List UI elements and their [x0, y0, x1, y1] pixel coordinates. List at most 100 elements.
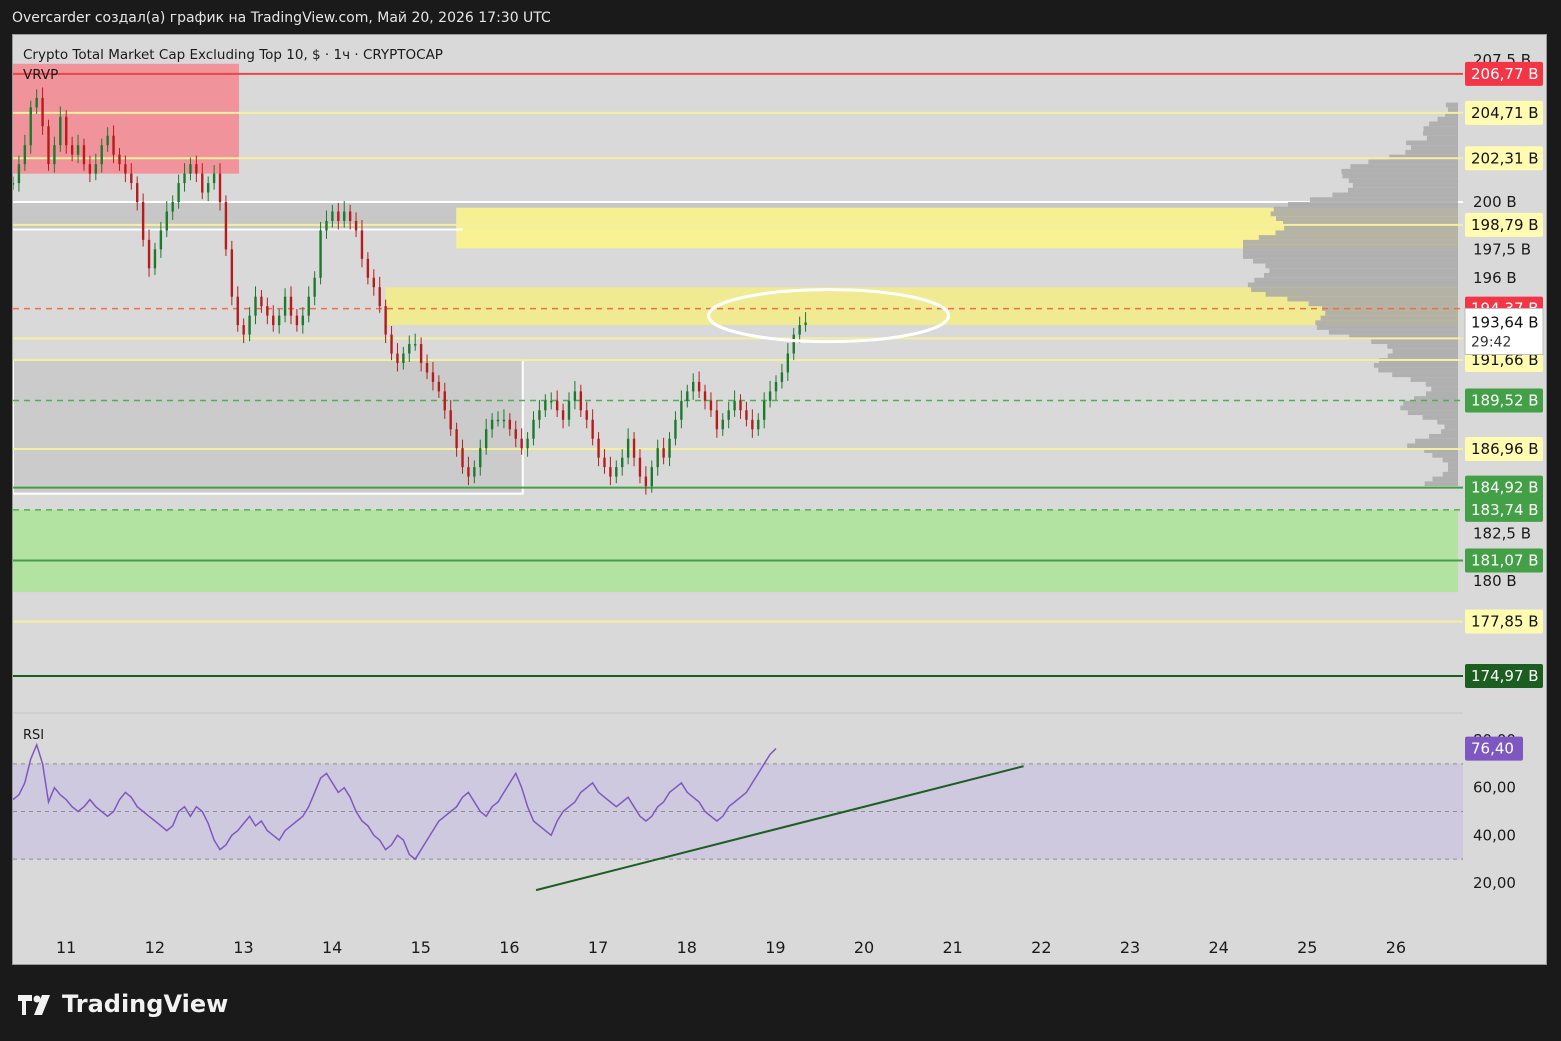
vrvp-bar: [1415, 438, 1458, 444]
vrvp-bar: [1392, 348, 1458, 354]
grey-zone-mid[interactable]: [13, 359, 523, 494]
vrvp-bar: [1316, 325, 1458, 330]
chart-caption: Overcarder создал(а) график на TradingVi…: [12, 10, 551, 26]
vrvp-bar: [1392, 372, 1458, 378]
candle-body: [632, 438, 636, 458]
rsi-value-label[interactable]: 76,40: [1471, 740, 1514, 758]
candle-body: [721, 419, 724, 430]
candle-body: [242, 325, 245, 335]
vrvp-bar: [1287, 202, 1458, 207]
vrvp-bar: [1407, 443, 1458, 449]
candle-body: [35, 97, 38, 108]
vrvp-bar: [1264, 273, 1458, 278]
vrvp-bar: [1437, 116, 1458, 122]
candle-body: [331, 211, 334, 221]
candle-body: [437, 381, 441, 392]
vrvp-bar: [1406, 140, 1458, 146]
price-chart[interactable]: RSI207,5 B200 B197,5 B196 B192,8 B182,5 …: [13, 35, 1547, 965]
chart-frame[interactable]: RSI207,5 B200 B197,5 B196 B192,8 B182,5 …: [12, 34, 1547, 965]
candle-body: [526, 438, 529, 449]
vrvp-bar: [1348, 178, 1458, 184]
level-label[interactable]: 184,92 B: [1471, 479, 1539, 497]
vrvp-bar: [1445, 102, 1458, 108]
candle-body: [76, 145, 80, 155]
time-tick-label: 22: [1031, 938, 1051, 957]
last-price-label[interactable]: 193,64 B: [1471, 313, 1539, 331]
candle-body: [733, 400, 736, 411]
level-label[interactable]: 181,07 B: [1471, 551, 1539, 569]
candle-body: [479, 448, 482, 468]
candle-body: [591, 419, 594, 439]
time-tick-label: 20: [854, 938, 874, 957]
candle-body: [538, 410, 541, 420]
rsi-label[interactable]: RSI: [23, 728, 44, 743]
candle-body: [626, 438, 630, 458]
level-label[interactable]: 174,97 B: [1471, 667, 1539, 685]
candle-body: [751, 419, 754, 430]
candle-body: [360, 230, 364, 259]
vrvp-bar: [1437, 419, 1458, 425]
price-tick-label: 197,5 B: [1473, 240, 1531, 258]
candle-body: [461, 448, 464, 468]
level-label[interactable]: 189,52 B: [1471, 391, 1539, 409]
candle-body: [615, 467, 618, 477]
candle-body: [70, 145, 74, 155]
vrvp-bar: [1387, 353, 1458, 359]
candle-body: [792, 334, 795, 354]
candle-body: [520, 438, 523, 449]
candle-body: [449, 410, 452, 430]
candle-body: [686, 391, 689, 401]
candle-body: [650, 467, 653, 487]
vrvp-bar: [1424, 481, 1458, 487]
level-label[interactable]: 206,77 B: [1471, 65, 1539, 83]
indicator-vrvp-label[interactable]: VRVP: [23, 65, 443, 85]
candle-body: [147, 239, 151, 269]
vrvp-bar: [1328, 329, 1458, 335]
vrvp-bar: [1254, 277, 1458, 283]
vrvp-bar: [1284, 225, 1458, 231]
vrvp-bar: [1348, 187, 1458, 193]
candle-body: [348, 211, 352, 221]
time-tick-label: 24: [1208, 938, 1228, 957]
vrvp-bar: [1276, 216, 1458, 221]
price-tick-label: 180 B: [1473, 572, 1517, 590]
candle-body: [662, 448, 665, 458]
symbol-title[interactable]: Crypto Total Market Cap Excluding Top 10…: [23, 45, 443, 65]
candle-body: [230, 249, 234, 297]
candle-body: [94, 164, 98, 174]
candle-body: [786, 353, 790, 373]
candle-body: [467, 467, 470, 477]
vrvp-bar: [1265, 263, 1458, 269]
vrvp-bar: [1423, 126, 1458, 132]
candle-body: [473, 467, 476, 477]
tradingview-logo-icon: [18, 995, 50, 1015]
vrvp-bar: [1426, 135, 1458, 141]
vrvp-bar: [1429, 121, 1458, 127]
level-label[interactable]: 183,74 B: [1471, 501, 1539, 519]
green-demand-zone[interactable]: [13, 509, 1458, 593]
vrvp-bar: [1325, 310, 1458, 316]
level-label[interactable]: 186,96 B: [1471, 440, 1539, 458]
candle-body: [621, 457, 624, 468]
vrvp-bar: [1441, 429, 1458, 434]
level-label[interactable]: 198,79 B: [1471, 216, 1539, 234]
candle-body: [715, 410, 719, 430]
candle-body: [739, 400, 742, 411]
candle-body: [555, 400, 559, 411]
vrvp-bar: [1270, 211, 1458, 217]
candle-body: [502, 419, 506, 422]
candle-body: [561, 410, 565, 420]
candle-body: [396, 353, 399, 363]
candle-body: [165, 211, 168, 231]
tradingview-logo[interactable]: TradingView: [16, 990, 228, 1018]
candle-body: [384, 306, 387, 335]
candle-body: [337, 211, 340, 221]
vrvp-bar: [1275, 230, 1458, 236]
level-label[interactable]: 202,31 B: [1471, 149, 1539, 167]
candle-body: [313, 277, 316, 297]
vrvp-bar: [1448, 462, 1458, 468]
vrvp-bar: [1448, 467, 1458, 472]
level-label[interactable]: 177,85 B: [1471, 612, 1539, 630]
level-label[interactable]: 204,71 B: [1471, 104, 1539, 122]
candle-body: [354, 220, 358, 231]
